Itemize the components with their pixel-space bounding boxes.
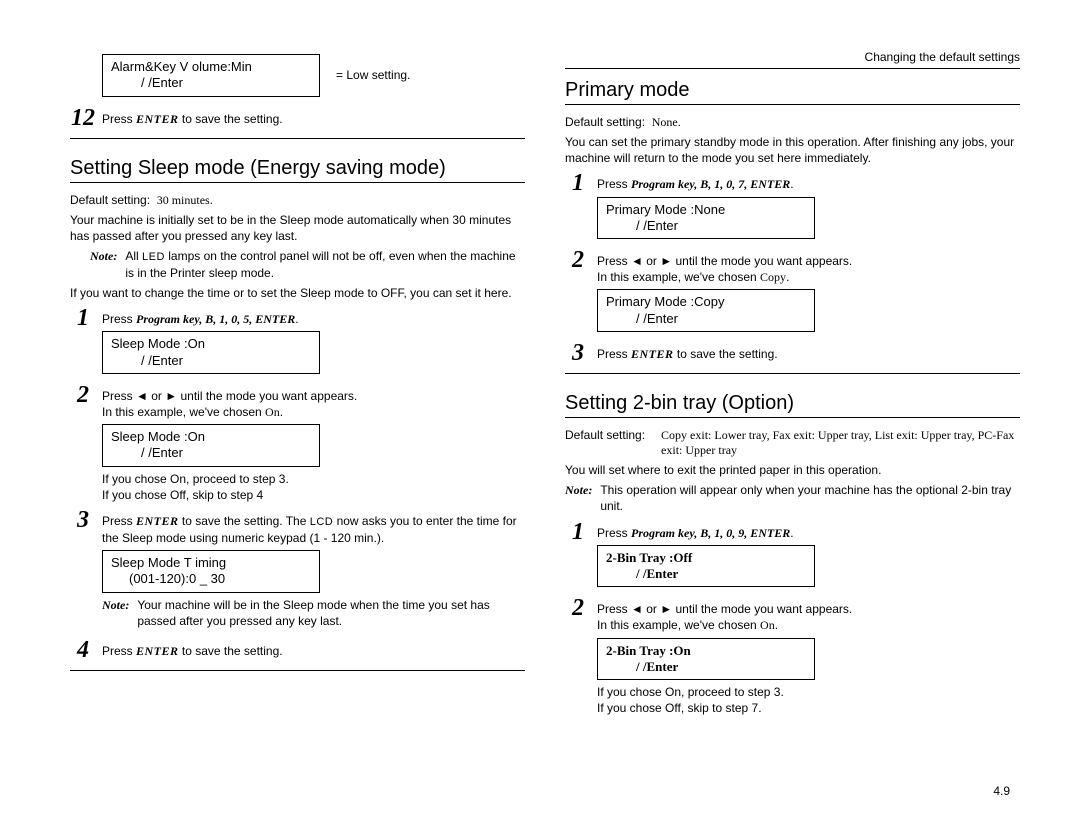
note-label: Note: xyxy=(90,248,117,281)
lcd-primary-2: Primary Mode :Copy / /Enter xyxy=(597,289,815,332)
primary-para1: You can set the primary standby mode in … xyxy=(565,134,1020,166)
step-3-num: 3 xyxy=(70,507,96,534)
lcd-sleep-2: Sleep Mode :On / /Enter xyxy=(102,424,320,467)
lcd-sleep-timing: Sleep Mode T iming (001-120):0 _ 30 xyxy=(102,550,320,593)
sleep-para1: Your machine is initially set to be in t… xyxy=(70,212,525,244)
pstep-1-body: Press Program key, B, 1, 0, 7, ENTER. Pr… xyxy=(597,170,1020,243)
pstep-3-num: 3 xyxy=(565,340,591,367)
2bin-note: Note: This operation will appear only wh… xyxy=(565,482,1020,514)
left-column: Alarm&Key V olume:Min / /Enter = Low set… xyxy=(70,50,525,720)
default-sleep: Default setting: 30 minutes. xyxy=(70,193,525,208)
section-primary-title: Primary mode xyxy=(565,79,1020,102)
page-number: 4.9 xyxy=(993,784,1010,798)
bstep-1-body: Press Program key, B, 1, 0, 9, ENTER. 2-… xyxy=(597,519,1020,592)
sleep-para2: If you want to change the time or to set… xyxy=(70,285,525,301)
right-arrow-icon: ► xyxy=(165,389,177,403)
step-12-body: Press ENTER to save the setting. xyxy=(102,105,525,127)
right-arrow-icon: ► xyxy=(660,254,672,268)
step-4-body: Press ENTER to save the setting. xyxy=(102,637,525,659)
breadcrumb: Changing the default settings xyxy=(565,50,1020,64)
bstep-1-num: 1 xyxy=(565,519,591,546)
step-3-body: Press ENTER to save the setting. The LCD… xyxy=(102,507,525,633)
step-1-body: Press Program key, B, 1, 0, 5, ENTER. Sl… xyxy=(102,305,525,378)
step-1-num: 1 xyxy=(70,305,96,332)
sleep-note1: Note: All LED lamps on the control panel… xyxy=(70,248,525,281)
2bin-para: You will set where to exit the printed p… xyxy=(565,462,1020,478)
right-column: Changing the default settings Primary mo… xyxy=(565,50,1020,720)
pstep-2-num: 2 xyxy=(565,247,591,274)
lcd-line2: / /Enter xyxy=(111,75,311,91)
sleep-note2: Note: Your machine will be in the Sleep … xyxy=(102,597,525,629)
section-2bin-title: Setting 2-bin tray (Option) xyxy=(565,392,1020,415)
lcd-line1: Alarm&Key V olume:Min xyxy=(111,59,311,75)
step-12-num: 12 xyxy=(70,105,96,132)
default-2bin: Default setting: Copy exit: Lower tray, … xyxy=(565,428,1020,458)
step-2-num: 2 xyxy=(70,382,96,409)
pstep-1-num: 1 xyxy=(565,170,591,197)
left-arrow-icon: ◄ xyxy=(136,389,148,403)
bstep-2-body: Press ◄ or ► until the mode you want app… xyxy=(597,595,1020,716)
eq-low-label: = Low setting. xyxy=(336,68,410,82)
default-primary: Default setting: None. xyxy=(565,115,1020,130)
lcd-sleep-1: Sleep Mode :On / /Enter xyxy=(102,331,320,374)
lcd-primary-1: Primary Mode :None / /Enter xyxy=(597,197,815,240)
right-arrow-icon: ► xyxy=(660,602,672,616)
left-arrow-icon: ◄ xyxy=(631,254,643,268)
step-2-body: Press ◄ or ► until the mode you want app… xyxy=(102,382,525,503)
pstep-2-body: Press ◄ or ► until the mode you want app… xyxy=(597,247,1020,336)
lcd-2bin-1: 2-Bin Tray :Off / /Enter xyxy=(597,545,815,588)
pstep-3-body: Press ENTER to save the setting. xyxy=(597,340,1020,362)
lcd-2bin-2: 2-Bin Tray :On / /Enter xyxy=(597,638,815,681)
bstep-2-num: 2 xyxy=(565,595,591,622)
step-4-num: 4 xyxy=(70,637,96,664)
left-arrow-icon: ◄ xyxy=(631,602,643,616)
lcd-alarm: Alarm&Key V olume:Min / /Enter xyxy=(102,54,320,97)
section-sleep-title: Setting Sleep mode (Energy saving mode) xyxy=(70,157,525,180)
